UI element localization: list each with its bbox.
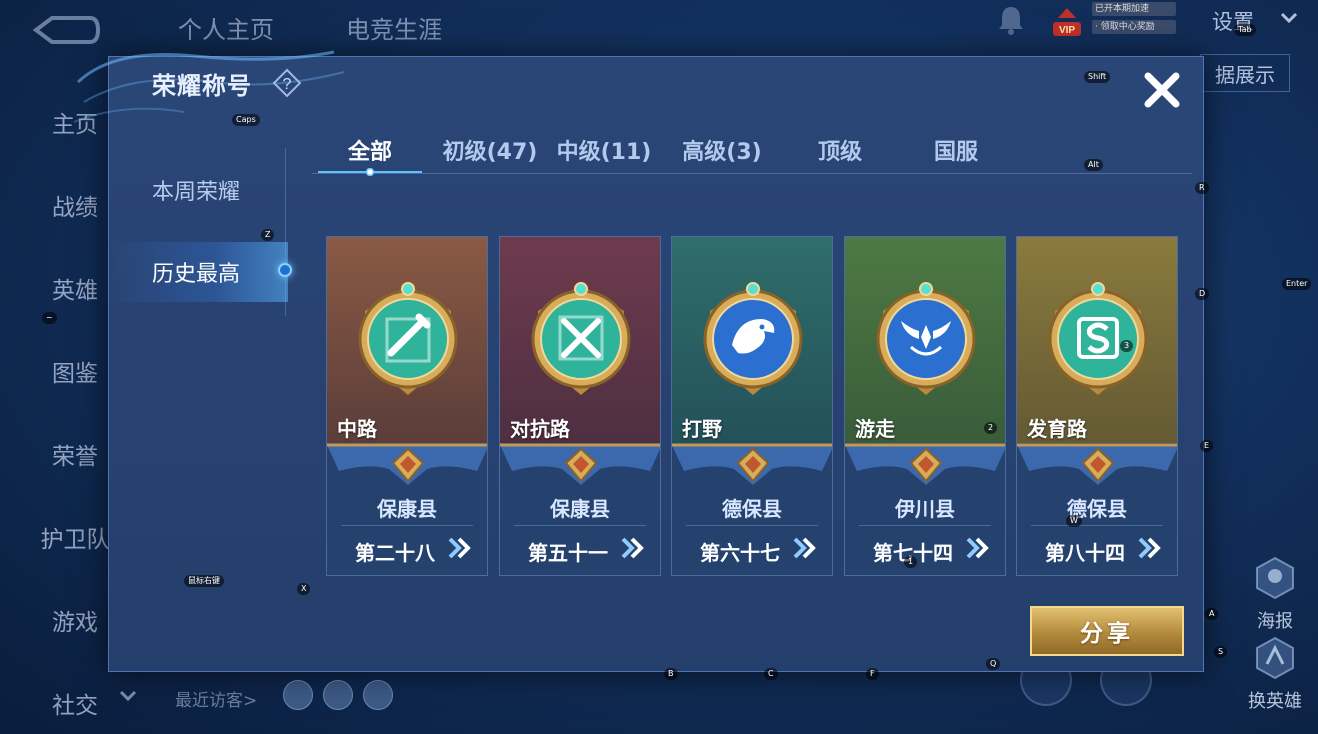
sword-icon — [358, 282, 458, 395]
card-rank: 第八十四 — [1045, 541, 1125, 565]
key-hint: Enter — [1282, 278, 1312, 290]
tab-advanced[interactable]: 高级(3) — [668, 134, 776, 170]
data-display-button[interactable]: 据展示 — [1200, 54, 1290, 92]
back-arrow-icon[interactable] — [30, 12, 102, 48]
tab-intermediate[interactable]: 中级(11) — [552, 134, 656, 170]
rank-ribbon — [845, 443, 1005, 485]
side-tab-this-week[interactable]: 本周荣耀 — [108, 160, 288, 220]
active-indicator-dot — [278, 263, 292, 277]
card-rank: 第五十一 — [528, 541, 608, 565]
key-hint: F — [866, 668, 879, 680]
key-hint: A — [1205, 608, 1219, 620]
card-role: 对抗路 — [510, 417, 570, 441]
rank-ribbon — [672, 443, 832, 485]
tab-bar: 全部 初级(47) 中级(11) 高级(3) 顶级 国服 — [312, 134, 1192, 174]
key-hint: B — [664, 668, 678, 680]
card-role: 游走 — [855, 417, 895, 441]
title-card-jungle[interactable]: 打野 德保县 第六十七 — [671, 236, 833, 576]
poster-icon — [1256, 556, 1294, 600]
poster-button[interactable]: 海报 — [1240, 556, 1310, 633]
key-hint: Shift — [1084, 71, 1111, 83]
dragon-icon — [703, 282, 803, 395]
tab-top[interactable]: 顶级 — [792, 134, 888, 170]
rank-ribbon — [500, 443, 660, 485]
vip-promo-line-2: · 领取中心奖励 — [1092, 20, 1176, 34]
poster-label: 海报 — [1257, 611, 1293, 632]
double-chevron-right-icon[interactable] — [447, 535, 471, 561]
tab-personal-home[interactable]: 个人主页 — [178, 10, 274, 45]
key-hint: ~ — [42, 312, 57, 324]
title-card-roam[interactable]: 游走 伊川县 第七十四 — [844, 236, 1006, 576]
key-hint: C — [764, 668, 778, 680]
card-divider — [514, 525, 646, 526]
key-hint: 3 — [1120, 340, 1134, 352]
card-divider — [859, 525, 991, 526]
key-hint: E — [1200, 440, 1214, 452]
tab-beginner[interactable]: 初级(47) — [434, 134, 546, 170]
key-hint: S — [1214, 646, 1228, 658]
key-hint: Caps — [232, 114, 260, 126]
share-button[interactable]: 分享 — [1030, 606, 1184, 656]
key-hint: Tab — [1234, 24, 1256, 36]
card-role: 打野 — [682, 417, 722, 441]
card-divider — [686, 525, 818, 526]
tab-bar-line — [312, 173, 1192, 174]
title-card-farm-lane[interactable]: 发育路 德保县 第八十四 — [1016, 236, 1178, 576]
avatar[interactable] — [363, 680, 393, 710]
rank-ribbon — [327, 443, 487, 485]
svg-text:?: ? — [283, 76, 292, 93]
vip-promo-line-1: 已开本期加速 — [1092, 2, 1176, 16]
double-chevron-right-icon[interactable] — [1137, 535, 1161, 561]
tab-national-server[interactable]: 国服 — [908, 134, 1004, 170]
vip-label: VIP — [1059, 25, 1075, 36]
card-region: 保康县 — [377, 497, 437, 521]
card-region: 德保县 — [722, 497, 782, 521]
vip-icon[interactable]: VIP — [1050, 4, 1084, 38]
modal-title: 荣耀称号 — [152, 72, 252, 100]
bell-icon[interactable] — [996, 4, 1026, 36]
key-hint: 2 — [984, 422, 998, 434]
avatar[interactable] — [323, 680, 353, 710]
tab-all[interactable]: 全部 — [312, 134, 428, 170]
close-icon[interactable] — [1142, 70, 1182, 110]
key-hint: R — [1195, 182, 1209, 194]
change-hero-label: 换英雄 — [1248, 691, 1302, 712]
card-rank: 第二十八 — [355, 541, 435, 565]
card-region: 伊川县 — [895, 497, 955, 521]
title-card-top-lane[interactable]: 对抗路 保康县 第五十一 — [499, 236, 661, 576]
double-chevron-right-icon[interactable] — [792, 535, 816, 561]
avatar[interactable] — [283, 680, 313, 710]
change-hero-button[interactable]: 换英雄 — [1240, 636, 1310, 713]
crossed-swords-icon — [531, 282, 631, 395]
key-hint: 1 — [904, 556, 918, 568]
key-hint: Alt — [1084, 159, 1103, 171]
key-hint: Q — [986, 658, 1001, 670]
key-hint: D — [1195, 288, 1210, 300]
card-divider — [1031, 525, 1163, 526]
recent-visitors-link[interactable]: 最近访客> — [175, 686, 257, 711]
wings-icon — [876, 282, 976, 395]
tab-esports-career[interactable]: 电竞生涯 — [346, 10, 442, 45]
title-card-mid[interactable]: 中路 保康县 第二十八 — [326, 236, 488, 576]
card-role: 中路 — [337, 417, 377, 441]
card-region: 保康县 — [550, 497, 610, 521]
chevron-down-icon[interactable] — [1278, 6, 1300, 28]
key-hint: 鼠标右键 — [184, 575, 224, 587]
double-chevron-right-icon[interactable] — [965, 535, 989, 561]
side-tab-history-best[interactable]: 历史最高 — [108, 242, 288, 302]
rank-ribbon — [1017, 443, 1177, 485]
card-rank: 第六十七 — [700, 541, 780, 565]
help-icon[interactable]: ? — [272, 68, 302, 98]
key-hint: W — [1066, 515, 1082, 527]
hero-swap-icon — [1256, 636, 1294, 680]
card-role: 发育路 — [1027, 417, 1087, 441]
card-divider — [341, 525, 473, 526]
active-tab-underline — [318, 168, 422, 176]
side-divider — [285, 148, 286, 316]
shield-s-icon — [1048, 282, 1148, 395]
card-region: 德保县 — [1067, 497, 1127, 521]
double-chevron-right-icon[interactable] — [620, 535, 644, 561]
chevron-down-icon[interactable] — [118, 688, 138, 704]
